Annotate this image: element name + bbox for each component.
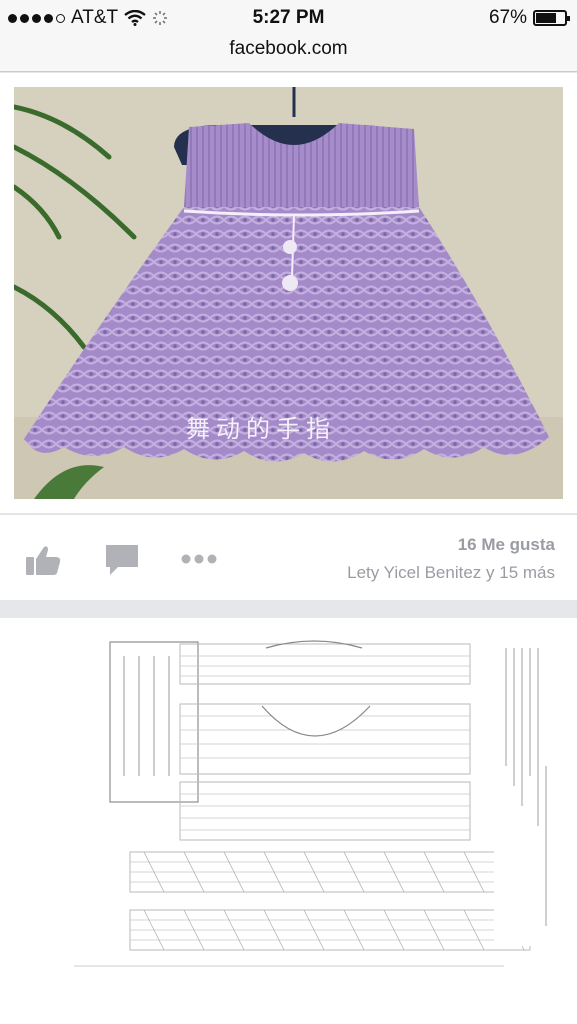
pattern-card [0, 618, 577, 1024]
thumbs-up-icon[interactable] [24, 543, 62, 577]
dress-photo[interactable]: 舞动的手指 [14, 87, 563, 499]
liked-by-names[interactable]: Lety Yicel Benitez y 15 más [347, 563, 555, 583]
more-dots-icon[interactable] [180, 553, 218, 565]
photo-card: 舞动的手指 [0, 73, 577, 513]
battery-icon [533, 10, 570, 26]
status-bar: AT&T 5:27 PM 67% [0, 0, 577, 36]
post-action-bar: 16 Me gusta Lety Yicel Benitez y 15 más [0, 514, 577, 600]
photo-watermark: 舞动的手指 [186, 415, 336, 443]
battery-status: 67% [488, 7, 570, 29]
battery-percent: 67% [488, 7, 527, 28]
crochet-pattern-diagram[interactable] [14, 626, 563, 1016]
address-bar[interactable]: facebook.com [0, 36, 577, 72]
comment-icon[interactable] [104, 543, 140, 577]
url-text: facebook.com [229, 38, 348, 59]
likes-count[interactable]: 16 Me gusta [458, 535, 555, 555]
feed-divider [0, 600, 577, 618]
